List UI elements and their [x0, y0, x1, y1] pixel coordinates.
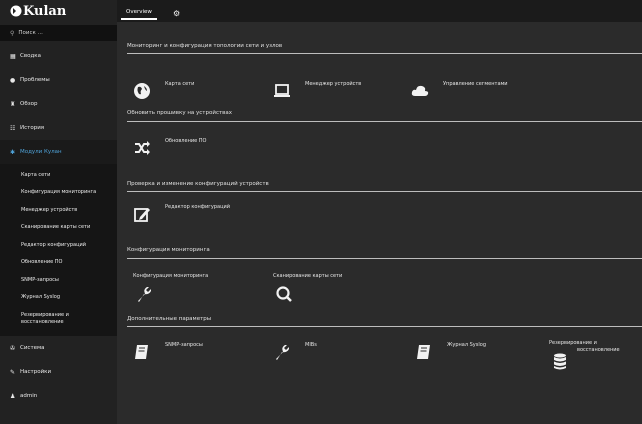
- sidebar-item-settings[interactable]: ✎ Настройки: [0, 360, 117, 384]
- wrench-icon: [138, 287, 151, 302]
- tile-label: Обновление ПО: [165, 138, 207, 144]
- sidebar-subitem-backup[interactable]: Резервирование и восстановление: [0, 306, 117, 332]
- sidebar-item-kulan-modules[interactable]: ✱ Модули Кулан: [0, 140, 117, 164]
- sidebar-item-label: Сводка: [20, 53, 41, 59]
- tile-mibs[interactable]: MIBs: [273, 340, 317, 361]
- sidebar-subitem-label: Менеджер устройств: [21, 206, 78, 213]
- sidebar-item-history[interactable]: ☷ История: [0, 116, 117, 140]
- section-divider: [127, 258, 642, 259]
- app-logo[interactable]: Kulan: [0, 0, 117, 22]
- cloud-icon: [411, 85, 429, 96]
- modules-icon: ✱: [10, 148, 16, 156]
- tile-config-editor[interactable]: Редактор конфигураций: [133, 202, 230, 223]
- sidebar-item-user[interactable]: ♟ admin: [0, 384, 117, 408]
- database-icon: [554, 353, 566, 370]
- wrench-icon: [276, 345, 289, 360]
- tile-label: Редактор конфигураций: [165, 204, 230, 210]
- edit-icon: [134, 208, 150, 222]
- sidebar-submenu: Карта сети Конфигурация мониторинга Мене…: [0, 164, 117, 336]
- tile-label: Журнал Syslog: [447, 342, 486, 348]
- sidebar-item-dashboard[interactable]: ▦ Сводка: [0, 44, 117, 68]
- grid-icon: ▦: [10, 52, 16, 60]
- main-content: Мониторинг и конфигурация топологии сети…: [117, 22, 642, 424]
- sidebar-subitem-label: Журнал Syslog: [21, 294, 60, 301]
- sidebar-subitem-label: Редактор конфигураций: [21, 241, 86, 248]
- label-line-2: восстановление: [21, 319, 64, 325]
- sidebar-item-system[interactable]: ✇ Система: [0, 336, 117, 360]
- section-divider: [127, 191, 642, 192]
- tile-label: Карта сети: [165, 81, 195, 87]
- section-divider: [127, 326, 642, 327]
- sidebar-item-label: Настройки: [20, 369, 52, 375]
- sidebar-item-label: Проблемы: [20, 77, 50, 83]
- shuffle-icon: [135, 141, 150, 155]
- tile-network-map[interactable]: Карта сети: [133, 79, 194, 100]
- sidebar-item-problems[interactable]: ● Проблемы: [0, 68, 117, 92]
- sidebar: Kulan ⚲ Поиск ... ▦ Сводка ● Проблемы ♜ …: [0, 0, 117, 424]
- sidebar-subitem-monitoring-config[interactable]: Конфигурация мониторинга: [0, 184, 117, 202]
- tile-firmware-update[interactable]: Обновление ПО: [133, 136, 206, 157]
- sidebar-subitem-label: SNMP-запросы: [21, 276, 59, 283]
- sidebar-item-label: Модули Кулан: [20, 149, 62, 155]
- kulan-logo-icon: [10, 5, 22, 17]
- laptop-icon: [274, 84, 290, 97]
- section-divider: [127, 53, 642, 54]
- tab-settings-gear-icon[interactable]: ⚙: [173, 6, 180, 20]
- tile-monitoring-config[interactable]: Конфигурация мониторинга: [133, 273, 208, 303]
- tab-overview[interactable]: Overview: [121, 6, 157, 20]
- sidebar-subitem-network-map[interactable]: Карта сети: [0, 166, 117, 184]
- tile-syslog[interactable]: Журнал Syslog: [415, 340, 486, 361]
- tile-snmp-requests[interactable]: SNMP-запросы: [133, 340, 203, 361]
- tile-label: Управление сегментами: [443, 81, 508, 87]
- section-title: Обновить прошивку на устройствах: [127, 110, 233, 116]
- sidebar-subitem-label: Резервирование и восстановление: [21, 312, 69, 326]
- tile-label: Сканирование карты сети: [273, 273, 343, 279]
- section-title: Проверка и изменение конфигураций устрой…: [127, 181, 269, 187]
- history-icon: ☷: [10, 124, 16, 132]
- sidebar-subitem-label: Конфигурация мониторинга: [21, 189, 97, 196]
- app-logo-text: Kulan: [23, 3, 67, 19]
- search-placeholder: Поиск ...: [18, 30, 43, 36]
- label-line-1: Резервирование и: [21, 312, 69, 318]
- wrench-icon: ✎: [10, 368, 16, 376]
- sidebar-subitem-label: Сканирование карты сети: [21, 224, 91, 231]
- sidebar-subitem-device-manager[interactable]: Менеджер устройств: [0, 201, 117, 219]
- top-tab-bar: Overview ⚙: [117, 0, 642, 22]
- section-title: Конфигурация мониторинга: [127, 247, 210, 253]
- sidebar-item-label: Обзор: [20, 101, 38, 107]
- book-icon: [135, 345, 148, 359]
- sidebar-item-label: admin: [20, 393, 38, 399]
- sidebar-subitem-network-scan[interactable]: Сканирование карты сети: [0, 219, 117, 237]
- book-icon: [417, 345, 430, 359]
- search-input[interactable]: ⚲ Поиск ...: [0, 25, 117, 41]
- sidebar-subitem-label: Обновление ПО: [21, 259, 63, 266]
- sidebar-item-label: История: [20, 125, 45, 131]
- tile-network-scan[interactable]: Сканирование карты сети: [273, 273, 342, 303]
- sidebar-subitem-label: Карта сети: [21, 171, 51, 178]
- tile-segment-management[interactable]: Управление сегментами: [411, 79, 508, 100]
- alert-icon: ●: [10, 76, 16, 84]
- section-title: Мониторинг и конфигурация топологии сети…: [127, 43, 283, 49]
- tile-label: SNMP-запросы: [165, 342, 203, 348]
- cogs-icon: ✇: [10, 344, 16, 352]
- section-title: Дополнительные параметры: [127, 316, 212, 322]
- binoculars-icon: ♜: [10, 100, 16, 108]
- sidebar-subitem-syslog[interactable]: Журнал Syslog: [0, 289, 117, 307]
- tile-backup-restore[interactable]: Резервирование и восстановление: [549, 340, 620, 370]
- label-line-1: Резервирование и: [549, 340, 597, 346]
- tile-label: MIBs: [305, 342, 317, 348]
- sidebar-subitem-config-editor[interactable]: Редактор конфигураций: [0, 236, 117, 254]
- sidebar-subitem-snmp[interactable]: SNMP-запросы: [0, 271, 117, 289]
- user-icon: ♟: [10, 392, 16, 400]
- sidebar-item-label: Система: [20, 345, 45, 351]
- section-divider: [127, 121, 642, 122]
- sidebar-item-overview[interactable]: ♜ Обзор: [0, 92, 117, 116]
- search-icon: ⚲: [10, 29, 15, 37]
- search-icon: [276, 286, 292, 302]
- tile-label: Менеджер устройств: [305, 81, 362, 87]
- tile-device-manager[interactable]: Менеджер устройств: [273, 79, 361, 100]
- sidebar-subitem-firmware-update[interactable]: Обновление ПО: [0, 254, 117, 272]
- globe-icon: [134, 83, 150, 99]
- tile-label: Конфигурация мониторинга: [133, 273, 209, 279]
